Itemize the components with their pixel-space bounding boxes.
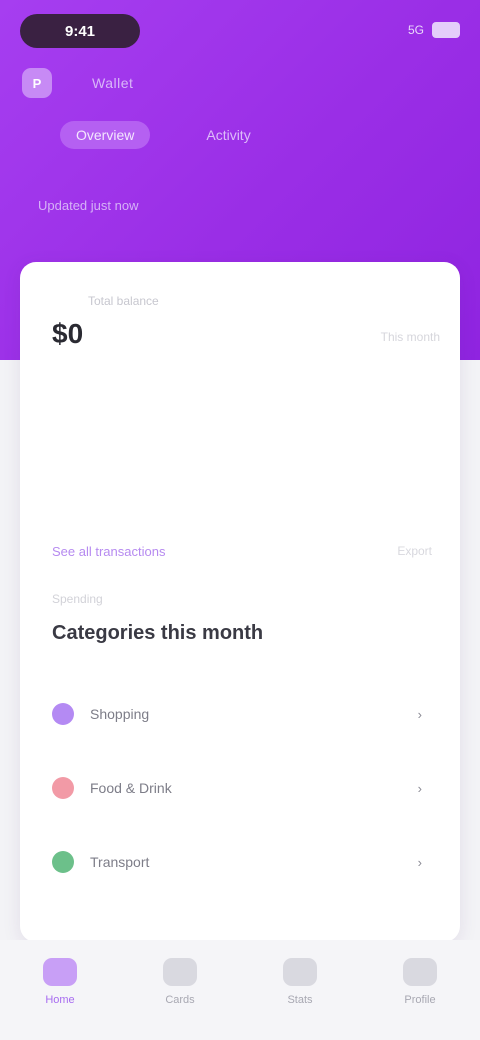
- status-indicators: 5G: [408, 18, 460, 42]
- nav-label: Cards: [165, 994, 195, 1006]
- balance-label: Total balance: [88, 294, 159, 308]
- nav-item-stats[interactable]: Stats: [252, 958, 348, 1006]
- list-item-label: Transport: [90, 854, 150, 870]
- page-title: Wallet: [92, 75, 134, 91]
- list-item[interactable]: Transport ›: [52, 842, 432, 882]
- signal-label: 5G: [407, 23, 424, 37]
- category-dot-icon: [52, 777, 74, 799]
- list-item-label: Food & Drink: [90, 780, 172, 796]
- status-time: 9:41: [20, 14, 140, 48]
- home-icon: [43, 958, 77, 986]
- nav-item-cards[interactable]: Cards: [132, 958, 228, 1006]
- battery-icon: [432, 22, 460, 38]
- top-bar: P Wallet: [22, 66, 458, 100]
- card-links: See all transactions Export: [52, 538, 432, 564]
- user-icon: [403, 958, 437, 986]
- see-all-link[interactable]: See all transactions: [52, 544, 165, 559]
- nav-item-home[interactable]: Home: [12, 958, 108, 1006]
- chevron-right-icon: ›: [417, 706, 422, 722]
- bottom-nav: Home Cards Stats Profile: [0, 940, 480, 1040]
- nav-label: Stats: [287, 994, 313, 1006]
- list-item[interactable]: Food & Drink ›: [52, 768, 432, 808]
- card-icon: [163, 958, 197, 986]
- nav-label: Home: [45, 994, 75, 1006]
- list-item[interactable]: Shopping ›: [52, 694, 432, 734]
- header-subtitle: Updated just now: [38, 198, 139, 213]
- nav-label: Profile: [404, 994, 436, 1006]
- tab-overview[interactable]: Overview: [60, 121, 151, 149]
- header-tabs: Overview Activity: [60, 118, 420, 152]
- export-link[interactable]: Export: [397, 544, 432, 558]
- chevron-right-icon: ›: [417, 780, 422, 796]
- chevron-right-icon: ›: [417, 854, 422, 870]
- balance-value: $0: [52, 318, 84, 349]
- section-title: Categories this month: [52, 622, 264, 644]
- category-dot-icon: [52, 703, 74, 725]
- balance-note: This month: [380, 330, 440, 344]
- nav-item-profile[interactable]: Profile: [372, 958, 468, 1006]
- avatar[interactable]: P: [22, 68, 52, 98]
- chart-icon: [283, 958, 317, 986]
- category-dot-icon: [52, 851, 74, 873]
- list-item-label: Shopping: [90, 706, 150, 722]
- section-label: Spending: [52, 592, 103, 606]
- tab-activity[interactable]: Activity: [190, 121, 266, 149]
